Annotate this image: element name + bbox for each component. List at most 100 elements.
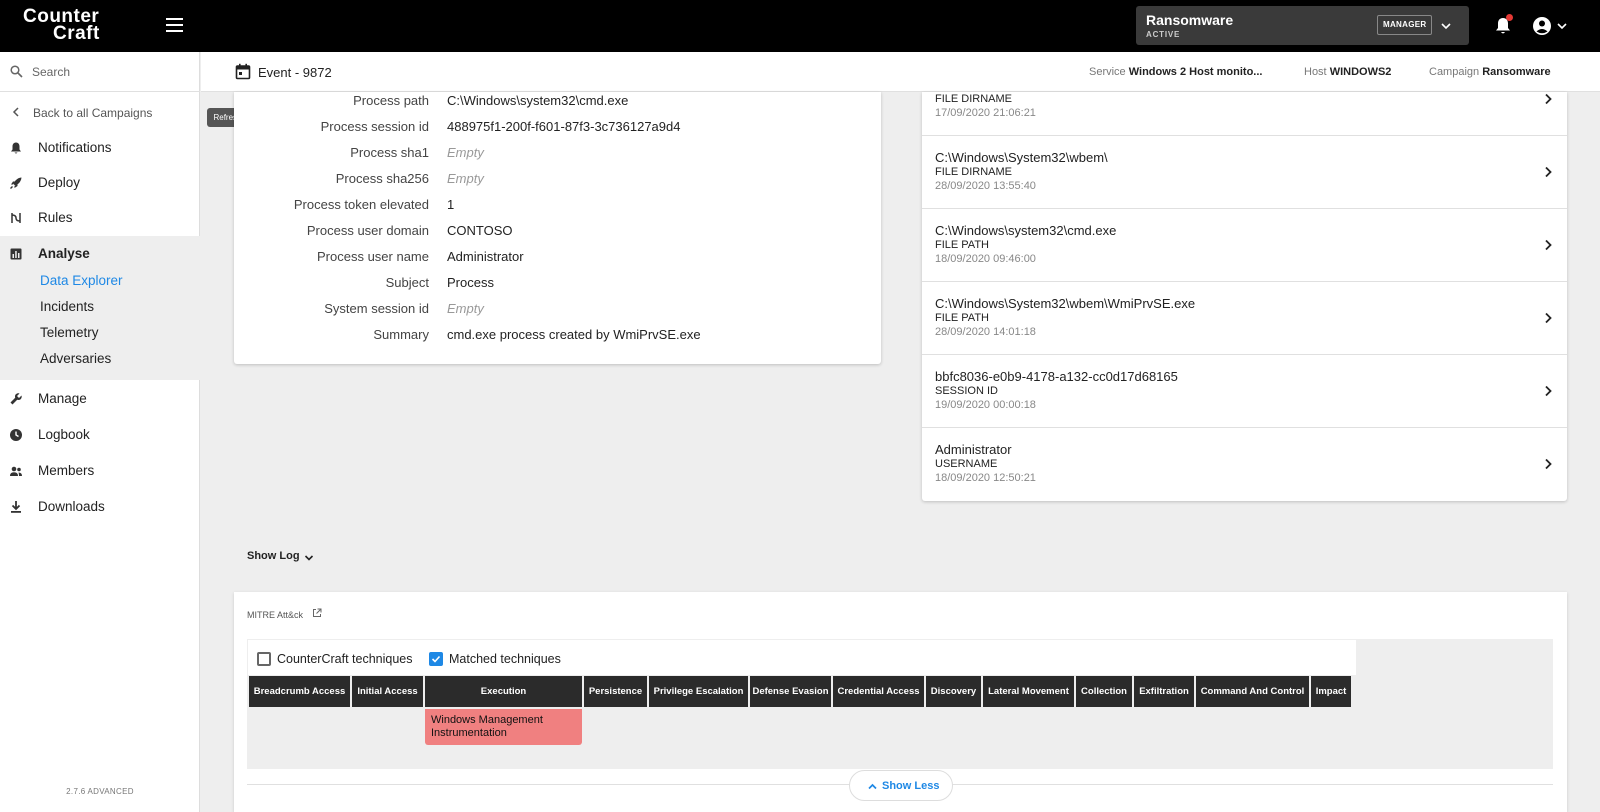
chart-icon (10, 248, 22, 260)
matched-techniques-checkbox[interactable] (429, 652, 443, 666)
host-label: Host (1304, 66, 1327, 78)
check-icon (431, 655, 441, 663)
mitre-matrix: CounterCraft techniques Matched techniqu… (247, 639, 1553, 769)
detail-label: Process path (353, 93, 429, 108)
sidebar-search (0, 52, 200, 92)
app-version: 2.7.6 ADVANCED (66, 787, 134, 796)
detail-value: Process (447, 275, 494, 290)
sidebar-item-label: Analyse (38, 246, 90, 261)
campaign-value: Ransomware (1482, 66, 1551, 78)
event-header-bar: Event - 9872 Service Windows 2 Host moni… (201, 52, 1600, 92)
campaign-label: Campaign (1429, 66, 1480, 78)
chevron-up-icon (868, 783, 877, 790)
entity-type: FILE PATH (935, 239, 989, 251)
campaign-name: Ransomware (1146, 12, 1234, 28)
sidebar-item-label: Members (38, 463, 95, 478)
back-to-campaigns-link[interactable]: Back to all Campaigns (0, 98, 200, 128)
sidebar-item-label: Manage (38, 391, 87, 406)
show-less-label: Show Less (882, 780, 940, 792)
sidebar-item-downloads[interactable]: Downloads (0, 489, 200, 525)
sidebar-item-label: Deploy (38, 175, 81, 190)
service-meta: Service Windows 2 Host monito... (1089, 66, 1262, 78)
service-value: Windows 2 Host monito... (1128, 66, 1263, 78)
role-badge: MANAGER (1377, 15, 1433, 35)
detail-label: Process session id (320, 119, 429, 134)
tactic-header: Lateral Movement (983, 676, 1074, 707)
mitre-title: MITRE Att&ck (247, 610, 304, 620)
sidebar-item-notifications[interactable]: Notifications (0, 130, 200, 166)
detail-value: 1 (447, 197, 455, 212)
list-item[interactable]: Administrator USERNAME 18/09/2020 12:50:… (922, 428, 1567, 501)
calendar-icon (235, 63, 251, 80)
detail-label: Process sha1 (350, 145, 429, 160)
detail-row: Process sha256 Empty (234, 171, 881, 191)
sidebar: Back to all Campaigns Notifications Depl… (0, 52, 200, 812)
matched-techniques-label: Matched techniques (449, 652, 561, 666)
sidebar-sub-adversaries[interactable]: Adversaries (40, 351, 111, 366)
countercraft-techniques-label: CounterCraft techniques (277, 652, 413, 666)
chevron-right-icon (1545, 458, 1552, 470)
detail-row: Process sha1 Empty (234, 145, 881, 165)
tactic-header: Defense Evasion (750, 676, 831, 707)
sidebar-item-label: Notifications (38, 140, 112, 155)
chevron-left-icon (12, 107, 19, 117)
logo-line-2: Craft (53, 23, 100, 44)
rules-icon (11, 213, 21, 223)
list-item[interactable]: bbfc8036-e0b9-4178-a132-cc0d17d68165 SES… (922, 355, 1567, 428)
entity-date: 18/09/2020 09:46:00 (935, 253, 1036, 265)
service-label: Service (1089, 66, 1126, 78)
entity-date: 28/09/2020 13:55:40 (935, 180, 1036, 192)
chevron-right-icon (1545, 312, 1552, 324)
entity-type: FILE DIRNAME (935, 166, 1013, 178)
related-entities-list: FILE DIRNAME 17/09/2020 21:06:21 C:\Wind… (922, 92, 1567, 501)
technique-filters: CounterCraft techniques Matched techniqu… (247, 639, 1357, 676)
list-item[interactable]: FILE DIRNAME 17/09/2020 21:06:21 (922, 92, 1567, 136)
detail-label: Process user domain (306, 223, 429, 238)
campaign-selector[interactable]: Ransomware ACTIVE MANAGER (1136, 6, 1469, 45)
sidebar-item-deploy[interactable]: Deploy (0, 165, 200, 201)
sidebar-sub-incidents[interactable]: Incidents (40, 299, 94, 314)
technique-windows-management-instrumentation[interactable]: Windows Management Instrumentation (425, 709, 582, 745)
sidebar-item-analyse[interactable]: Analyse (0, 236, 200, 272)
entity-type: SESSION ID (935, 385, 998, 397)
user-account-icon[interactable] (1532, 16, 1552, 36)
sidebar-item-label: Rules (38, 210, 73, 225)
detail-row: System session id Empty (234, 301, 881, 321)
user-menu-chevron-icon[interactable] (1556, 20, 1568, 32)
detail-value: cmd.exe process created by WmiPrvSE.exe (447, 327, 701, 342)
entity-value: C:\Windows\System32\wbem\ (935, 150, 1108, 165)
sidebar-sub-telemetry[interactable]: Telemetry (40, 325, 99, 340)
search-input[interactable] (32, 61, 192, 83)
mitre-attack-card: MITRE Att&ck CounterCraft techniques Mat… (234, 592, 1567, 812)
tactic-header: Initial Access (352, 676, 423, 707)
sidebar-item-logbook[interactable]: Logbook (0, 417, 200, 453)
show-less-button[interactable]: Show Less (849, 770, 953, 801)
show-log-toggle[interactable]: Show Log (247, 550, 300, 562)
chevron-down-icon[interactable] (303, 552, 315, 564)
host-value: WINDOWS2 (1329, 66, 1392, 78)
list-item[interactable]: C:\Windows\System32\wbem\ FILE DIRNAME 2… (922, 136, 1567, 209)
sidebar-item-manage[interactable]: Manage (0, 381, 200, 417)
analyse-group: Analyse Data Explorer Incidents Telemetr… (0, 236, 200, 380)
countercraft-techniques-checkbox[interactable] (257, 652, 271, 666)
campaign-status: ACTIVE (1146, 30, 1181, 39)
detail-value: Empty (447, 301, 484, 316)
top-bar: Counter Craft Ransomware ACTIVE MANAGER (0, 0, 1600, 52)
entity-type: FILE PATH (935, 312, 989, 324)
chevron-down-icon[interactable] (1439, 19, 1453, 33)
sidebar-item-rules[interactable]: Rules (0, 200, 200, 236)
tactic-header: Privilege Escalation (649, 676, 748, 707)
list-item[interactable]: C:\Windows\System32\wbem\WmiPrvSE.exe FI… (922, 282, 1567, 355)
detail-label: Process sha256 (335, 171, 429, 186)
tactic-header: Exfiltration (1134, 676, 1194, 707)
people-icon (10, 466, 22, 476)
countercraft-logo[interactable]: Counter Craft (23, 7, 133, 44)
list-item[interactable]: C:\Windows\system32\cmd.exe FILE PATH 18… (922, 209, 1567, 282)
menu-icon[interactable] (166, 18, 183, 32)
sidebar-item-members[interactable]: Members (0, 453, 200, 489)
chevron-right-icon (1545, 239, 1552, 251)
external-link-icon[interactable] (312, 608, 322, 618)
detail-label: Summary (373, 327, 429, 342)
campaign-meta: Campaign Ransomware (1429, 66, 1551, 78)
sidebar-sub-data-explorer[interactable]: Data Explorer (40, 273, 123, 288)
